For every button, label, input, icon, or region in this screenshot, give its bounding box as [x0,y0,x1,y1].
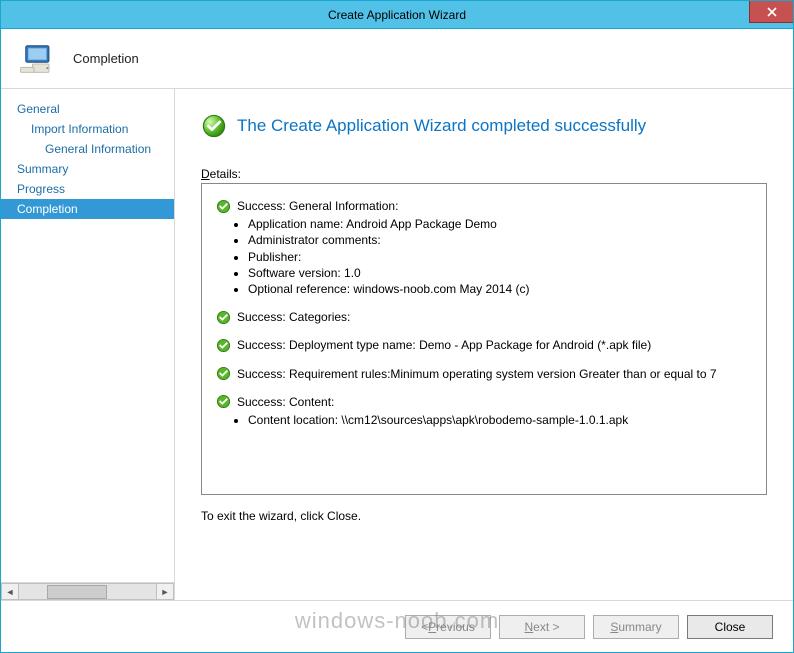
window-close-button[interactable] [749,1,793,23]
detail-section: Success: Content: Content location: \\cm1… [216,394,752,428]
close-button[interactable]: Close [687,615,773,639]
detail-section-title: Success: Categories: [237,309,350,325]
detail-bullet: Application name: Android App Package De… [248,216,752,232]
detail-section: Success: Categories: [216,309,752,325]
scroll-left-icon[interactable]: ◄ [1,583,19,600]
nav-summary[interactable]: Summary [1,159,174,179]
detail-bullet: Publisher: [248,249,752,265]
nav-completion[interactable]: Completion [1,199,174,219]
scroll-track[interactable] [19,583,156,600]
computer-icon [19,41,59,77]
completion-message: The Create Application Wizard completed … [237,116,646,136]
completion-heading: The Create Application Wizard completed … [201,113,767,139]
detail-bullet: Content location: \\cm12\sources\apps\ap… [248,412,752,428]
summary-button: Summary [593,615,679,639]
sidebar-scrollbar[interactable]: ◄ ► [1,582,174,600]
previous-button: < Previous [405,615,491,639]
scroll-right-icon[interactable]: ► [156,583,174,600]
success-check-icon [216,338,231,353]
wizard-body: General Import Information General Infor… [1,89,793,600]
exit-instruction: To exit the wizard, click Close. [201,509,767,523]
detail-section-header: Success: Requirement rules:Minimum opera… [216,366,752,382]
detail-section: Success: General Information: Application… [216,198,752,297]
detail-section: Success: Requirement rules:Minimum opera… [216,366,752,382]
title-bar: Create Application Wizard [1,1,793,29]
detail-section: Success: Deployment type name: Demo - Ap… [216,337,752,353]
details-label: Details: [201,167,767,181]
detail-bullet-list: Content location: \\cm12\sources\apps\ap… [248,412,752,428]
next-button: Next > [499,615,585,639]
detail-bullet-list: Application name: Android App Package De… [248,216,752,297]
detail-section-header: Success: Categories: [216,309,752,325]
details-box[interactable]: Success: General Information: Application… [201,183,767,495]
detail-section-header: Success: Content: [216,394,752,410]
detail-section-title: Success: Requirement rules:Minimum opera… [237,366,717,382]
wizard-window: Create Application Wizard Completion Gen… [0,0,794,653]
detail-section-header: Success: Deployment type name: Demo - Ap… [216,337,752,353]
content-area: The Create Application Wizard completed … [175,89,793,600]
nav-list: General Import Information General Infor… [1,99,174,582]
nav-progress[interactable]: Progress [1,179,174,199]
detail-section-title: Success: Content: [237,394,334,410]
nav-general[interactable]: General [1,99,174,119]
detail-bullet: Optional reference: windows-noob.com May… [248,281,752,297]
success-check-icon [216,394,231,409]
success-check-icon [216,366,231,381]
detail-section-header: Success: General Information: [216,198,752,214]
detail-section-title: Success: Deployment type name: Demo - Ap… [237,337,651,353]
nav-general-information[interactable]: General Information [1,139,174,159]
window-title: Create Application Wizard [328,8,466,22]
detail-bullet: Administrator comments: [248,232,752,248]
nav-import-information[interactable]: Import Information [1,119,174,139]
success-check-icon [201,113,227,139]
wizard-footer: < Previous Next > Summary Close [1,600,793,652]
page-title: Completion [73,51,139,66]
detail-section-title: Success: General Information: [237,198,398,214]
success-check-icon [216,199,231,214]
close-icon [767,7,777,17]
scroll-thumb[interactable] [47,585,107,599]
nav-sidebar: General Import Information General Infor… [1,89,175,600]
success-check-icon [216,310,231,325]
detail-bullet: Software version: 1.0 [248,265,752,281]
wizard-header: Completion [1,29,793,89]
